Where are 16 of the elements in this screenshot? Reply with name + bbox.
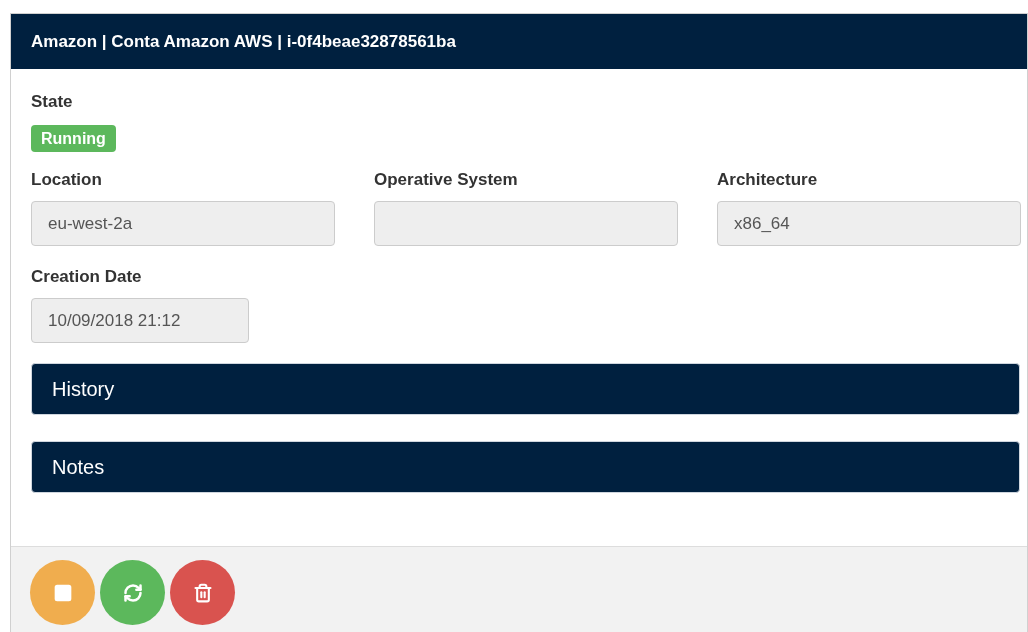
field-label: Architecture <box>717 169 819 191</box>
refresh-icon <box>122 582 143 603</box>
stop-icon <box>52 582 73 603</box>
field-label: Creation Date <box>31 266 143 288</box>
status-badge: Running <box>31 125 116 152</box>
field-label: Operative System <box>374 169 519 191</box>
section-header[interactable]: Notes <box>31 441 1020 493</box>
trash-icon <box>192 582 213 603</box>
text-field[interactable] <box>374 201 678 246</box>
text-field[interactable]: eu-west-2a <box>31 201 335 246</box>
text-field[interactable]: 10/09/2018 21:12 <box>31 298 249 343</box>
panel-title: Amazon | Conta Amazon AWS | i-0f4beae32878561ba <box>31 30 456 53</box>
field-label: Location <box>31 169 103 191</box>
section-header[interactable]: History <box>31 363 1020 415</box>
state-label: State <box>31 91 74 113</box>
text-field[interactable]: x86_64 <box>717 201 1021 246</box>
